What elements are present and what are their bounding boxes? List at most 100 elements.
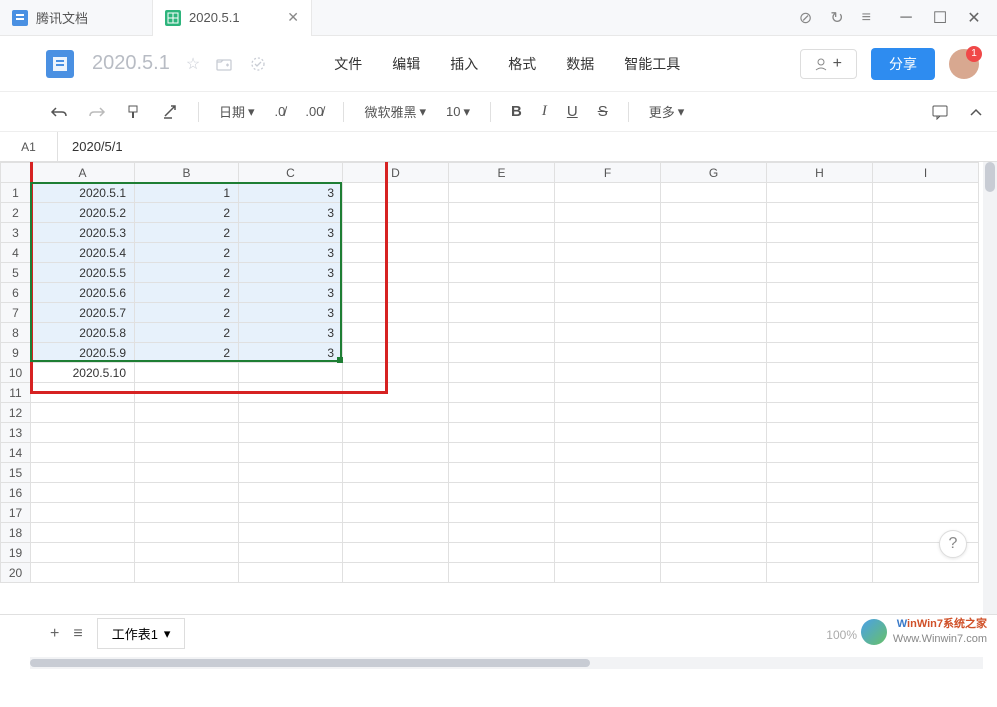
sheet-tab[interactable]: 工作表1 ▾ [97, 618, 186, 649]
cell[interactable] [343, 443, 449, 463]
column-header[interactable]: G [661, 163, 767, 183]
row-header[interactable]: 18 [1, 523, 31, 543]
maximize-button[interactable]: ☐ [923, 0, 957, 36]
cell[interactable] [239, 423, 343, 443]
cell[interactable] [343, 403, 449, 423]
more-button[interactable]: 更多 ▾ [649, 102, 685, 121]
cell[interactable] [767, 363, 873, 383]
cell[interactable] [555, 503, 661, 523]
cell[interactable] [873, 203, 979, 223]
cell[interactable] [449, 263, 555, 283]
cell[interactable]: 2 [135, 243, 239, 263]
cell[interactable]: 2020.5.5 [31, 263, 135, 283]
font-family-select[interactable]: 微软雅黑 ▾ [364, 102, 426, 121]
zoom-level[interactable]: 100% [826, 628, 857, 642]
cell[interactable]: 2 [135, 303, 239, 323]
menu-data[interactable]: 数据 [566, 54, 594, 74]
cell[interactable]: 2 [135, 283, 239, 303]
cell[interactable]: 2 [135, 343, 239, 363]
cell[interactable] [555, 263, 661, 283]
cell[interactable] [873, 323, 979, 343]
spreadsheet[interactable]: ABCDEFGHI12020.5.11322020.5.22332020.5.3… [0, 162, 997, 614]
cell[interactable] [767, 343, 873, 363]
cell[interactable] [31, 443, 135, 463]
cell[interactable]: 2020.5.6 [31, 283, 135, 303]
column-header[interactable]: B [135, 163, 239, 183]
cell[interactable] [135, 523, 239, 543]
cell[interactable] [343, 283, 449, 303]
tab-current-doc[interactable]: 2020.5.1 ✕ [152, 0, 312, 36]
cell[interactable] [135, 543, 239, 563]
strikethrough-button[interactable]: S [598, 103, 608, 120]
cell[interactable] [873, 463, 979, 483]
cell[interactable] [449, 203, 555, 223]
cell[interactable] [767, 543, 873, 563]
cell[interactable]: 2 [135, 263, 239, 283]
cell[interactable] [239, 463, 343, 483]
cell[interactable] [555, 443, 661, 463]
row-header[interactable]: 2 [1, 203, 31, 223]
cell[interactable] [555, 203, 661, 223]
cell[interactable] [555, 383, 661, 403]
cell[interactable] [661, 503, 767, 523]
cell[interactable] [661, 283, 767, 303]
cell[interactable] [767, 383, 873, 403]
row-header[interactable]: 17 [1, 503, 31, 523]
cell[interactable] [767, 463, 873, 483]
column-header[interactable]: H [767, 163, 873, 183]
cell[interactable] [661, 263, 767, 283]
menu-insert[interactable]: 插入 [450, 54, 478, 74]
cell[interactable] [767, 503, 873, 523]
row-header[interactable]: 8 [1, 323, 31, 343]
cell[interactable] [873, 263, 979, 283]
cell[interactable] [135, 383, 239, 403]
row-header[interactable]: 7 [1, 303, 31, 323]
cell[interactable] [661, 443, 767, 463]
cell[interactable] [449, 563, 555, 583]
cell[interactable] [31, 563, 135, 583]
cell[interactable] [873, 563, 979, 583]
cell[interactable] [239, 503, 343, 523]
cell[interactable]: 3 [239, 343, 343, 363]
cell[interactable] [449, 243, 555, 263]
cell[interactable] [767, 423, 873, 443]
cell[interactable] [239, 403, 343, 423]
cell[interactable] [343, 223, 449, 243]
cell[interactable] [343, 343, 449, 363]
column-header[interactable]: D [343, 163, 449, 183]
cell[interactable] [661, 363, 767, 383]
menu-icon[interactable]: ≡ [862, 9, 871, 27]
cell[interactable] [661, 483, 767, 503]
cell[interactable] [767, 563, 873, 583]
cell[interactable] [343, 463, 449, 483]
underline-button[interactable]: U [567, 103, 578, 120]
cell[interactable] [661, 563, 767, 583]
cell[interactable] [767, 183, 873, 203]
collapse-toolbar-button[interactable] [969, 107, 983, 117]
cell[interactable] [555, 283, 661, 303]
cell[interactable] [767, 203, 873, 223]
cell[interactable] [767, 323, 873, 343]
cell[interactable] [873, 303, 979, 323]
cell[interactable]: 2020.5.9 [31, 343, 135, 363]
sheet-list-button[interactable]: ≡ [73, 625, 82, 643]
cell[interactable] [661, 243, 767, 263]
decrease-decimal-button[interactable]: .0̸ [275, 104, 286, 119]
cell[interactable] [343, 203, 449, 223]
cell[interactable] [449, 343, 555, 363]
cell[interactable] [449, 383, 555, 403]
cell[interactable]: 3 [239, 283, 343, 303]
cell[interactable] [31, 383, 135, 403]
cell[interactable] [661, 463, 767, 483]
cell[interactable] [661, 543, 767, 563]
cell[interactable] [135, 363, 239, 383]
cell[interactable] [239, 523, 343, 543]
row-header[interactable]: 13 [1, 423, 31, 443]
cell[interactable] [873, 283, 979, 303]
row-header[interactable]: 16 [1, 483, 31, 503]
cell[interactable] [31, 483, 135, 503]
cell[interactable] [449, 363, 555, 383]
cell[interactable] [239, 383, 343, 403]
cell[interactable] [661, 183, 767, 203]
row-header[interactable]: 1 [1, 183, 31, 203]
